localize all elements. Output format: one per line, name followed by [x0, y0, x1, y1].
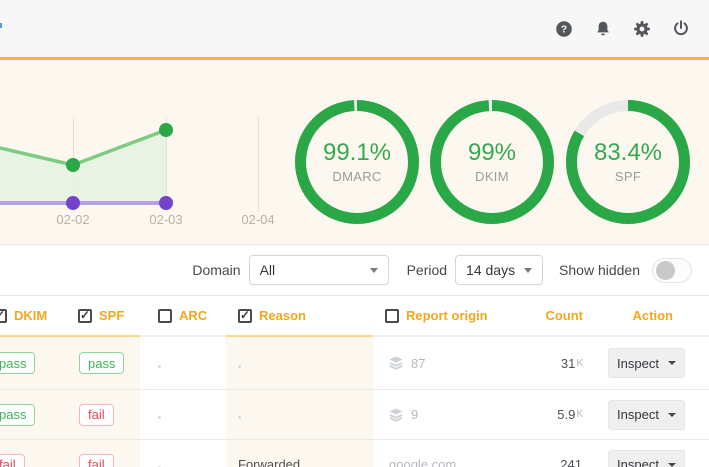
table-row[interactable]: pass pass 87 31 K Inspect [0, 337, 709, 390]
chevron-down-icon [370, 268, 378, 273]
x-tick-label: 02-04 [228, 212, 288, 227]
column-label: Count [545, 308, 583, 323]
inspect-button-label: Inspect [617, 457, 659, 467]
clipped-link-fragment [0, 23, 2, 28]
column-header-count: Count [530, 296, 595, 337]
reason-column-checkbox[interactable]: ✓ [238, 309, 252, 323]
count-unit: K [576, 409, 583, 420]
table-row[interactable]: fail fail Forwarded google.com 241 Inspe… [0, 440, 709, 467]
checkmark-icon: ✓ [240, 308, 250, 322]
show-hidden-toggle[interactable] [652, 258, 692, 283]
arc-result [158, 407, 161, 422]
spf-donut-text: 83.4% SPF [565, 99, 691, 225]
arc-column-checkbox[interactable]: ✓ [158, 309, 172, 323]
period-filter-label: Period [407, 262, 447, 278]
spf-result-badge: fail [79, 454, 114, 467]
table-header-row: ✓ DKIM ✓ SPF ✓ ARC ✓ Reason ✓ Report ori… [0, 296, 709, 337]
x-tick-label: 02-03 [136, 212, 196, 227]
layers-icon [389, 356, 403, 370]
chevron-down-icon [668, 463, 676, 467]
spf-result-badge: fail [79, 404, 114, 426]
report-origin-value: 9 [411, 407, 418, 422]
top-header: ? [0, 0, 709, 57]
column-label: ARC [179, 308, 207, 323]
spf-label: SPF [615, 169, 641, 184]
inspect-button[interactable]: Inspect [608, 348, 685, 378]
column-label: Action [633, 308, 673, 323]
bell-icon[interactable] [594, 20, 612, 38]
inspect-button[interactable]: Inspect [608, 450, 685, 467]
dkim-result-badge: fail [0, 454, 25, 467]
toggle-knob [656, 261, 675, 280]
report-origin-value: 87 [411, 356, 425, 371]
checkmark-icon: ✓ [0, 308, 5, 322]
chevron-down-icon [524, 268, 532, 273]
column-header-dkim: ✓ DKIM [0, 296, 72, 337]
column-header-report-origin: ✓ Report origin [373, 296, 530, 337]
column-header-arc: ✓ ARC [140, 296, 226, 337]
table-row[interactable]: pass fail 9 5.9 K Inspect [0, 390, 709, 440]
column-label: SPF [99, 308, 124, 323]
power-icon[interactable] [672, 20, 690, 38]
dashboard-charts: 02-02 02-03 02-04 99.1% DMARC 99% DKIM 8… [0, 60, 709, 244]
column-header-reason: ✓ Reason [226, 296, 373, 337]
arc-result [158, 457, 161, 467]
layers-icon [389, 408, 403, 422]
column-header-spf: ✓ SPF [72, 296, 140, 337]
dkim-column-checkbox[interactable]: ✓ [0, 309, 7, 323]
svg-text:?: ? [561, 23, 567, 35]
domain-select[interactable]: All [249, 255, 389, 285]
arc-result [158, 356, 161, 371]
dmarc-donut-text: 99.1% DMARC [294, 99, 420, 225]
chevron-down-icon [668, 413, 676, 417]
reason-value [238, 407, 241, 422]
inspect-button-label: Inspect [617, 407, 659, 422]
show-hidden-label: Show hidden [559, 262, 640, 278]
report-origin-column-checkbox[interactable]: ✓ [385, 309, 399, 323]
column-label: Reason [259, 308, 306, 323]
reason-value: Forwarded [238, 457, 300, 467]
spf-result-badge: pass [79, 352, 124, 374]
count-unit: K [576, 358, 583, 369]
domain-select-value: All [260, 262, 276, 278]
x-tick-label: 02-02 [43, 212, 103, 227]
period-select[interactable]: 14 days [455, 255, 543, 285]
count-value: 31 [561, 356, 575, 371]
spf-column-checkbox[interactable]: ✓ [78, 309, 92, 323]
inspect-button-label: Inspect [617, 356, 659, 371]
dmarc-percentage: 99.1% [323, 140, 391, 165]
inspect-button[interactable]: Inspect [608, 400, 685, 430]
help-icon[interactable]: ? [555, 20, 573, 38]
period-select-value: 14 days [466, 262, 515, 278]
dkim-result-badge: pass [0, 352, 35, 374]
report-origin-value: google.com [389, 457, 456, 467]
dkim-donut-text: 99% DKIM [429, 99, 555, 225]
checkmark-icon: ✓ [80, 308, 90, 322]
column-label: DKIM [14, 308, 47, 323]
spf-percentage: 83.4% [594, 140, 662, 165]
column-label: Report origin [406, 308, 488, 323]
dmarc-label: DMARC [332, 169, 381, 184]
dkim-percentage: 99% [468, 140, 516, 165]
chevron-down-icon [668, 361, 676, 365]
dkim-result-badge: pass [0, 404, 35, 426]
dkim-label: DKIM [475, 169, 509, 184]
count-value: 5.9 [557, 407, 575, 422]
reason-value [238, 356, 241, 371]
domain-filter-label: Domain [192, 262, 240, 278]
count-value: 241 [560, 457, 582, 467]
filter-bar: Domain All Period 14 days Show hidden [0, 244, 709, 296]
column-header-action: Action [595, 296, 709, 337]
gear-icon[interactable] [633, 20, 651, 38]
